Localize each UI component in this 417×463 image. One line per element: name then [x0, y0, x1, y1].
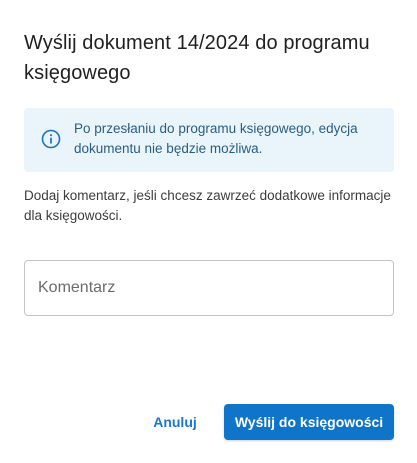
- info-circle-icon: [41, 129, 61, 149]
- comment-description: Dodaj komentarz, jeśli chcesz zawrzeć do…: [24, 188, 391, 223]
- send-to-accounting-button[interactable]: Wyślij do księgowości: [224, 404, 394, 440]
- comment-input[interactable]: [38, 261, 378, 315]
- dialog-title: Wyślij dokument 14/2024 do programu księ…: [24, 32, 370, 84]
- info-alert: Po przesłaniu do programu księgowego, ed…: [24, 108, 394, 172]
- cancel-button[interactable]: Anuluj: [146, 404, 204, 440]
- send-to-accounting-dialog: Wyślij dokument 14/2024 do programu księ…: [0, 0, 417, 463]
- comment-field[interactable]: [24, 260, 394, 316]
- info-alert-text: Po przesłaniu do programu księgowego, ed…: [74, 121, 358, 156]
